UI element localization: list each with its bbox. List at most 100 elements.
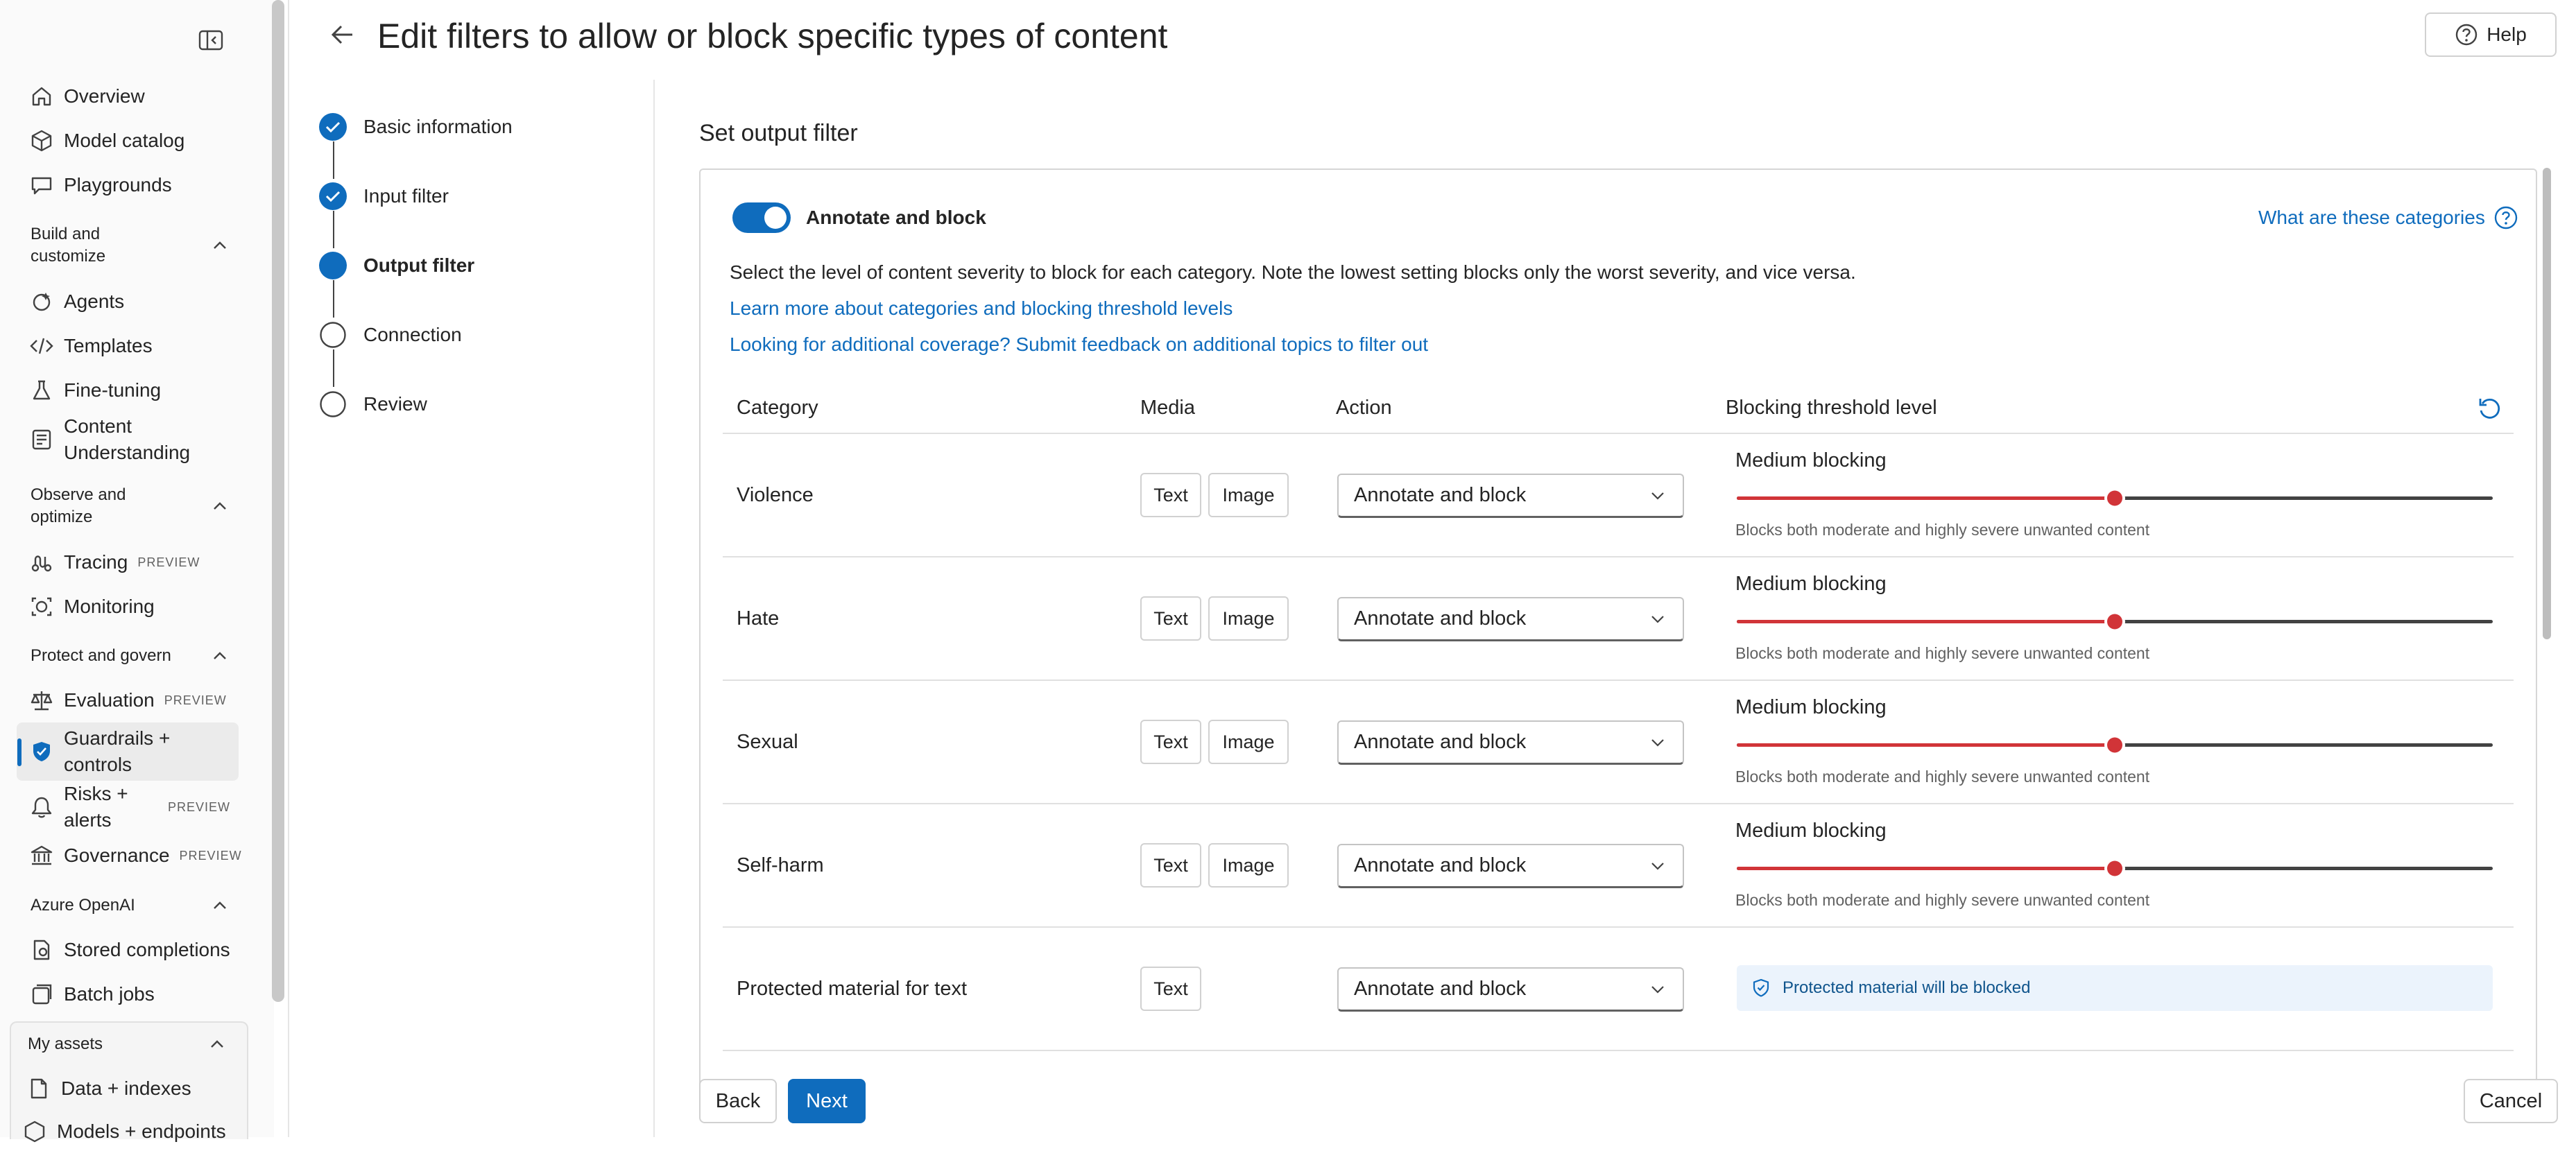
sidebar-item-tracing[interactable]: Tracing PREVIEW [17, 543, 239, 582]
check-circle-icon [319, 113, 347, 141]
step-label: Connection [363, 324, 462, 345]
cube-icon [29, 128, 54, 153]
sidebar-item-governance[interactable]: Governance PREVIEW [17, 836, 241, 875]
slider-thumb[interactable] [2107, 737, 2122, 753]
section-my-assets[interactable]: My assets [28, 1033, 236, 1055]
action-dropdown[interactable]: Annotate and block [1337, 844, 1684, 888]
sidebar-item-agents[interactable]: Agents [17, 282, 239, 321]
media-image-button[interactable]: Image [1208, 473, 1289, 517]
action-value: Annotate and block [1354, 978, 1527, 1000]
media-text-button[interactable]: Text [1140, 473, 1201, 517]
slider-thumb[interactable] [2107, 614, 2122, 630]
category-name: Hate [737, 607, 780, 630]
slider-thumb[interactable] [2107, 860, 2122, 876]
threshold-note: Blocks both moderate and highly severe u… [1735, 521, 2150, 539]
chevron-up-icon[interactable] [209, 496, 230, 517]
categories-info-link[interactable]: What are these categories [2258, 205, 2518, 230]
action-dropdown[interactable]: Annotate and block [1337, 720, 1684, 765]
sidebar-item-label: Templates [64, 335, 153, 356]
building-icon [29, 843, 54, 868]
section-label: My assets [28, 1035, 103, 1053]
section-label: Observe and optimize [31, 485, 126, 526]
sidebar-item-models-endpoints[interactable]: Models + endpoints [10, 1112, 232, 1151]
sidebar-item-stored-completions[interactable]: Stored completions [17, 931, 239, 969]
annotate-block-toggle[interactable] [732, 202, 791, 233]
section-azure-openai[interactable]: Azure OpenAI [31, 894, 239, 917]
agents-icon [29, 289, 54, 314]
stepper-divider [653, 80, 655, 1137]
next-button[interactable]: Next [788, 1079, 866, 1123]
help-button[interactable]: Help [2425, 12, 2557, 57]
sidebar-item-data-indexes[interactable]: Data + indexes [14, 1069, 236, 1108]
media-text-button[interactable]: Text [1140, 967, 1201, 1011]
step-output-filter[interactable]: Output filter [319, 252, 474, 279]
cancel-button[interactable]: Cancel [2464, 1079, 2558, 1123]
help-icon [2455, 23, 2478, 46]
media-text-button[interactable]: Text [1140, 596, 1201, 641]
panel-scrollbar[interactable] [2540, 154, 2554, 1090]
section-label: Azure OpenAI [31, 896, 135, 915]
sidebar-item-batch-jobs[interactable]: Batch jobs [17, 975, 239, 1014]
sidebar-item-risks-alerts[interactable]: Risks + alerts PREVIEW [17, 778, 239, 836]
back-arrow-icon[interactable] [327, 19, 358, 50]
step-basic-information[interactable]: Basic information [319, 113, 513, 141]
action-dropdown[interactable]: Annotate and block [1337, 967, 1684, 1012]
threshold-slider[interactable] [1737, 484, 2493, 512]
sidebar-item-label: Tracing [64, 551, 128, 573]
scrollbar-thumb[interactable] [2543, 168, 2551, 639]
sidebar-item-templates[interactable]: Templates [17, 327, 239, 365]
slider-fill [1737, 867, 2115, 870]
category-name: Self-harm [737, 854, 824, 876]
threshold-slider[interactable] [1737, 607, 2493, 635]
chevron-up-icon[interactable] [209, 235, 230, 256]
sidebar-item-playgrounds[interactable]: Playgrounds [17, 166, 239, 205]
sidebar-item-label: Batch jobs [64, 983, 155, 1005]
sidebar-collapse-icon[interactable] [198, 29, 223, 51]
section-build-customize[interactable]: Build and customize [31, 223, 239, 268]
media-image-button[interactable]: Image [1208, 596, 1289, 641]
media-image-button[interactable]: Image [1208, 720, 1289, 764]
media-text-button[interactable]: Text [1140, 843, 1201, 888]
feedback-link[interactable]: Looking for additional coverage? Submit … [730, 331, 1428, 358]
models-icon [22, 1119, 47, 1144]
threshold-slider[interactable] [1737, 731, 2493, 759]
sidebar-item-guardrails-controls[interactable]: Guardrails + controls [17, 722, 239, 781]
learn-more-link[interactable]: Learn more about categories and blocking… [730, 295, 1233, 322]
home-icon [29, 84, 54, 109]
back-button[interactable]: Back [699, 1079, 777, 1123]
step-input-filter[interactable]: Input filter [319, 182, 449, 210]
help-label: Help [2487, 24, 2527, 45]
chevron-up-icon[interactable] [209, 646, 230, 666]
preview-badge: PREVIEW [168, 799, 231, 814]
sidebar-item-fine-tuning[interactable]: Fine-tuning [17, 371, 239, 410]
section-protect-govern[interactable]: Protect and govern [31, 645, 239, 667]
media-image-button[interactable]: Image [1208, 843, 1289, 888]
sidebar-item-evaluation[interactable]: Evaluation PREVIEW [17, 681, 239, 720]
chevron-down-icon [1648, 486, 1667, 505]
step-label: Review [363, 393, 427, 415]
preview-badge: PREVIEW [137, 555, 200, 569]
media-text-button[interactable]: Text [1140, 720, 1201, 764]
header-media: Media [1140, 397, 1195, 419]
action-dropdown[interactable]: Annotate and block [1337, 597, 1684, 641]
step-connector [333, 141, 334, 179]
step-review[interactable]: Review [319, 390, 427, 418]
sidebar-item-monitoring[interactable]: Monitoring [17, 587, 239, 626]
chevron-up-icon[interactable] [207, 1034, 227, 1055]
chevron-up-icon[interactable] [209, 895, 230, 916]
threshold-slider[interactable] [1737, 854, 2493, 882]
slider-thumb[interactable] [2107, 490, 2122, 506]
section-observe-optimize[interactable]: Observe and optimize [31, 484, 239, 528]
action-dropdown[interactable]: Annotate and block [1337, 474, 1684, 518]
step-connection[interactable]: Connection [319, 321, 462, 349]
action-value: Annotate and block [1354, 484, 1527, 506]
sidebar-scrollbar[interactable] [272, 0, 284, 1002]
sidebar-item-label: Playgrounds [64, 174, 172, 196]
active-indicator [17, 738, 22, 766]
sidebar-item-label: Models + endpoints [57, 1120, 226, 1142]
sidebar: Overview Model catalog Playgrounds Build… [0, 0, 274, 1143]
sidebar-item-content-understanding[interactable]: Content Understanding [17, 410, 239, 469]
sidebar-item-model-catalog[interactable]: Model catalog [17, 121, 239, 160]
sidebar-item-overview[interactable]: Overview [17, 77, 239, 116]
reset-icon[interactable] [2476, 395, 2504, 423]
